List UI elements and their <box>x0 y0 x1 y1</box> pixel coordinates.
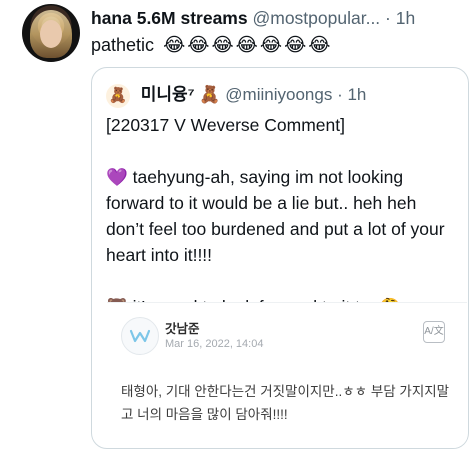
tweet-header: hana 5.6M streams @mostpopular... · 1h <box>91 8 466 29</box>
quoted-user-handle: @miiniyoongs <box>225 85 333 104</box>
weverse-comment-card: 갓남준 Mar 16, 2022, 14:04 A/文 태형아, 기대 안한다는… <box>107 302 467 448</box>
tweet-time[interactable]: 1h <box>396 8 415 28</box>
display-name[interactable]: hana 5.6M streams <box>91 8 248 28</box>
user-avatar[interactable] <box>22 4 80 62</box>
comment-date: Mar 16, 2022, 14:04 <box>165 338 264 350</box>
quoted-paragraph-1: 💜 taehyung-ah, saying im not looking for… <box>106 167 445 265</box>
quoted-user-avatar: 🧸 <box>106 83 130 108</box>
weverse-logo-icon <box>121 317 159 355</box>
laughing-emoji-row: 😂😂😂😂😂😂😂 <box>163 35 333 56</box>
user-handle[interactable]: @mostpopular... <box>252 8 380 28</box>
tweet-text: pathetic 😂😂😂😂😂😂😂 <box>91 34 332 57</box>
tweet-body: pathetic <box>91 35 155 55</box>
quoted-tweet-body: [220317 V Weverse Comment] 💜 taehyung-ah… <box>106 112 456 320</box>
quoted-line-title: [220317 V Weverse Comment] <box>106 115 345 135</box>
weverse-w-icon <box>129 329 151 343</box>
comment-text: 태형아, 기대 안한다는건 거짓말이지만..ㅎㅎ 부담 가지지말고 너의 마음을… <box>121 384 450 422</box>
quoted-tweet[interactable]: 🧸 미니융⁷ 🧸 @miiniyoongs · 1h [220317 V Wev… <box>91 67 469 449</box>
translate-icon[interactable]: A/文 <box>423 321 445 343</box>
quoted-separator-dot: · <box>337 85 343 104</box>
avatar-face <box>40 20 62 48</box>
separator-dot: · <box>385 8 391 28</box>
quoted-tweet-time: 1h <box>347 85 367 104</box>
quoted-display-name: 미니융⁷ 🧸 <box>140 85 221 104</box>
comment-author: 갓남준 <box>165 322 200 336</box>
quoted-tweet-header: 🧸 미니융⁷ 🧸 @miiniyoongs · 1h <box>106 80 366 108</box>
